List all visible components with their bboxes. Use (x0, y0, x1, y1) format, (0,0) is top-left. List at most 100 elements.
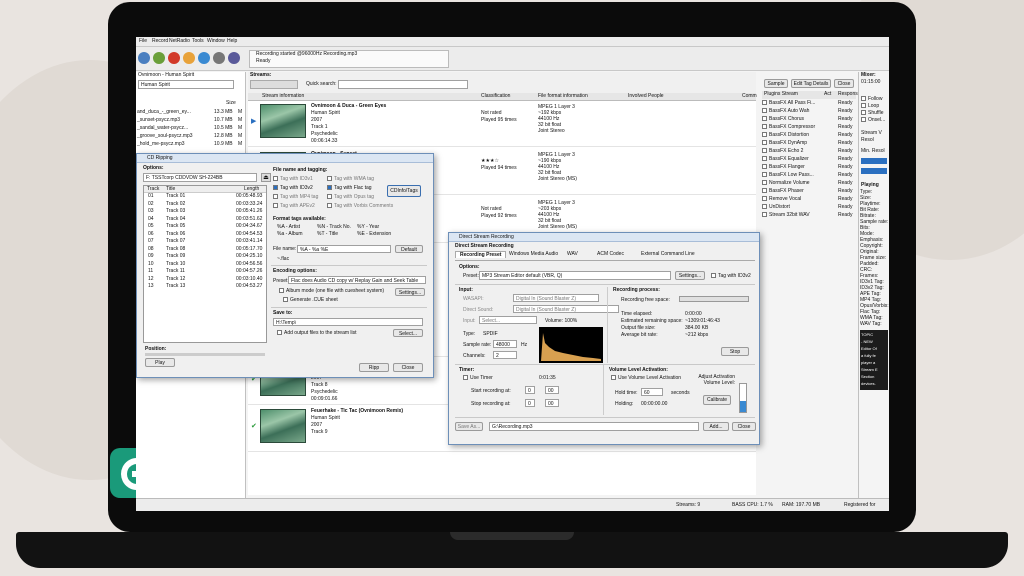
tools-icon[interactable] (228, 52, 240, 64)
plugin-row[interactable]: BassFX Chorus Ready (762, 116, 856, 124)
dsr-tab[interactable]: ACM Codec (593, 251, 628, 258)
plugin-checkbox[interactable] (762, 100, 767, 106)
cd-track-row[interactable]: 07 Track 07 00:03:41.14 (144, 238, 266, 246)
tag-checkbox[interactable] (273, 194, 278, 200)
tag-option[interactable]: Tag with WMA tag (327, 176, 374, 183)
file-name-input[interactable]: %A - %a %E (297, 245, 391, 253)
tag-option[interactable]: Tag with Vorbis Comments (327, 203, 393, 210)
mixer-option-checkbox[interactable] (861, 103, 866, 109)
mixer-option[interactable]: Shuffle (861, 110, 889, 117)
mixer-option-checkbox[interactable] (861, 96, 866, 102)
clock-icon[interactable] (183, 52, 195, 64)
col-length[interactable]: Length (244, 186, 259, 193)
tag-option[interactable]: Tag with Opus tag (327, 194, 374, 201)
tag-checkbox[interactable] (273, 185, 278, 191)
tag-option[interactable]: Tag with ID3v2 (273, 185, 313, 192)
col-comment[interactable]: Comm (742, 93, 757, 100)
plugin-row[interactable]: BassFX Distortion Ready (762, 132, 856, 140)
select-button[interactable]: Select... (393, 329, 423, 337)
file-row[interactable]: _hold_me-psycz.mp3 10.9 MB M (136, 141, 244, 149)
menu-file[interactable]: File (139, 38, 147, 45)
cd-track-row[interactable]: 02 Track 02 00:03:33.24 (144, 201, 266, 209)
plugin-checkbox[interactable] (762, 164, 767, 170)
plugin-checkbox[interactable] (762, 204, 767, 210)
dsr-tab[interactable]: External Command Line (637, 251, 699, 258)
tag-option[interactable]: Tag with Flac tag (327, 185, 372, 192)
vla-meter[interactable] (739, 383, 747, 413)
mixer-option[interactable]: Onsel... (861, 117, 889, 124)
plugin-row[interactable]: BassFX All Pass Fi... Ready (762, 100, 856, 108)
plugin-row[interactable]: Normalize Volume Ready (762, 180, 856, 188)
wasapi-select[interactable]: Digital In (Sound Blaster Z) (513, 294, 599, 302)
tag-option[interactable]: Tag with APEv2 (273, 203, 315, 210)
menu-tools[interactable]: Tools (192, 38, 204, 45)
start-hour-input[interactable]: 0 (525, 386, 535, 394)
tag-checkbox[interactable] (327, 203, 332, 209)
channels-select[interactable]: 2 (493, 351, 517, 359)
menu-netradio[interactable]: NetRadio (169, 38, 190, 45)
cd-track-row[interactable]: 12 Track 12 00:03:10.40 (144, 276, 266, 284)
volume-slider[interactable] (861, 158, 887, 164)
tag-checkbox[interactable] (327, 176, 332, 182)
cd-track-row[interactable]: 09 Track 09 00:04:25.10 (144, 253, 266, 261)
tag-checkbox[interactable] (327, 185, 332, 191)
album-mode-checkbox[interactable] (279, 288, 284, 294)
calibrate-button[interactable]: Calibrate (703, 395, 731, 405)
plugin-checkbox[interactable] (762, 196, 767, 202)
plugin-checkbox[interactable] (762, 132, 767, 138)
plugin-checkbox[interactable] (762, 180, 767, 186)
direct-sound-label[interactable]: Direct Sound: (463, 307, 493, 313)
open-icon[interactable] (138, 52, 150, 64)
stop-button[interactable]: Stop (721, 347, 749, 356)
resol-slider[interactable] (861, 168, 887, 174)
col-stream-info[interactable]: Stream information (262, 93, 304, 100)
plugin-row[interactable]: BassFX DynAmp Ready (762, 140, 856, 148)
edit-tag-details-button[interactable]: Edit Tag Details (791, 79, 831, 88)
plugin-row[interactable]: BassFX Auto Wah Ready (762, 108, 856, 116)
input-select[interactable]: Select... (479, 316, 537, 324)
file-row[interactable]: and_duca_-_green_ey... 13.3 MB M (136, 109, 244, 117)
dsr-close-button[interactable]: Close (732, 422, 756, 431)
cd-track-row[interactable]: 10 Track 10 00:04:56.56 (144, 261, 266, 269)
mixer-option-checkbox[interactable] (861, 117, 866, 123)
start-minute-input[interactable]: 00 (545, 386, 559, 394)
cue-checkbox[interactable] (283, 297, 288, 303)
stop-minute-input[interactable]: 00 (545, 399, 559, 407)
cd-icon[interactable] (198, 52, 210, 64)
tag-option[interactable]: Tag with MP4 tag (273, 194, 318, 201)
dsr-add-button[interactable]: Add... (703, 422, 729, 431)
plugin-checkbox[interactable] (762, 124, 767, 130)
dsr-preset-select[interactable]: MP3 Stream Editor default (VBR, Q) (479, 271, 671, 280)
sample-rate-input[interactable]: 48000 (493, 340, 517, 348)
position-slider[interactable] (145, 353, 265, 356)
cd-track-row[interactable]: 04 Track 04 00:03:51.62 (144, 216, 266, 224)
dsr-tab[interactable]: Recording Preset (455, 251, 507, 258)
col-title[interactable]: Title (166, 186, 175, 193)
cd-drive-select[interactable]: F: TSSTcorp CDDVDW SH-224BB (143, 173, 257, 182)
plugin-row[interactable]: Remove Vocal Ready (762, 196, 856, 204)
hold-time-input[interactable]: 60 (641, 388, 663, 396)
artist-combo[interactable]: Human Spirit (138, 80, 234, 89)
default-button[interactable]: Default (395, 245, 423, 253)
cd-close-button[interactable]: Close (393, 363, 423, 372)
output-path-input[interactable]: G:\Recording.mp3 (489, 422, 699, 431)
cd-track-row[interactable]: 05 Track 05 00:04:34.67 (144, 223, 266, 231)
stop-hour-input[interactable]: 0 (525, 399, 535, 407)
quick-search-input[interactable] (338, 80, 468, 89)
record-icon[interactable] (168, 52, 180, 64)
menu-record[interactable]: Record (152, 38, 168, 45)
col-track[interactable]: Track (147, 186, 159, 193)
add-icon[interactable] (153, 52, 165, 64)
tag-checkbox[interactable] (273, 176, 278, 182)
plugin-row[interactable]: UnDistort Ready (762, 204, 856, 212)
cd-track-row[interactable]: 01 Track 01 00:05:48.93 (144, 193, 266, 201)
rip-button[interactable]: Ripp (359, 363, 389, 372)
dsr-tab[interactable]: Windows Media Audio (505, 251, 562, 258)
plugin-checkbox[interactable] (762, 140, 767, 146)
mixer-option-checkbox[interactable] (861, 110, 866, 116)
mixer-option[interactable]: Loop (861, 103, 889, 110)
plugin-row[interactable]: BassFX Equalizer Ready (762, 156, 856, 164)
cd-track-row[interactable]: 03 Track 03 00:05:41.26 (144, 208, 266, 216)
close-button[interactable]: Close (834, 79, 854, 88)
settings-icon[interactable] (213, 52, 225, 64)
